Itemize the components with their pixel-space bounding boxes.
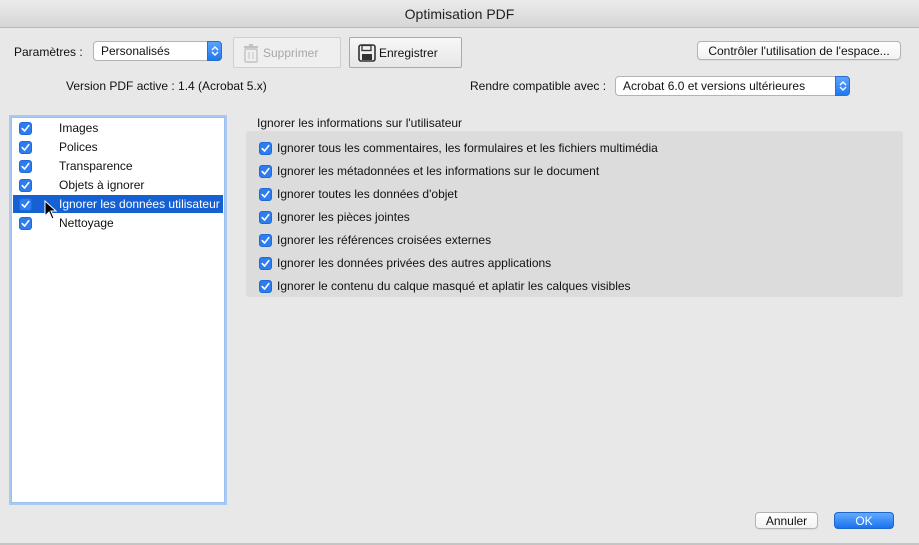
preset-select[interactable]: Personalisés [93, 41, 222, 61]
chevron-updown-icon [835, 76, 850, 96]
sidebar-item-checkbox[interactable] [19, 178, 32, 192]
save-button[interactable]: Enregistrer [349, 37, 462, 68]
option-label: Ignorer les pièces jointes [277, 210, 410, 224]
preset-select-value: Personalisés [101, 44, 170, 58]
option-checkbox[interactable] [259, 233, 272, 247]
option-label: Ignorer les données privées des autres a… [277, 256, 552, 270]
compat-select-value: Acrobat 6.0 et versions ultérieures [623, 79, 806, 93]
background-window-residue [70, 0, 300, 3]
sidebar-item[interactable]: Images [13, 119, 223, 137]
mouse-cursor-icon [44, 200, 58, 220]
option-row[interactable]: Ignorer les références croisées externes [259, 232, 491, 248]
option-checkbox[interactable] [259, 141, 272, 155]
ok-button[interactable]: OK [834, 512, 894, 529]
section-title: Ignorer les informations sur l'utilisate… [257, 116, 463, 130]
chevron-updown-icon [207, 41, 222, 61]
option-row[interactable]: Ignorer le contenu du calque masqué et a… [259, 278, 631, 294]
sidebar-item-checkbox[interactable] [19, 121, 32, 135]
cancel-button[interactable]: Annuler [755, 512, 818, 529]
compat-label: Rendre compatible avec : [470, 79, 607, 93]
parametres-label: Paramètres : [14, 45, 83, 59]
sidebar-item[interactable]: Objets à ignorer [13, 176, 223, 194]
sidebar-item[interactable]: Transparence [13, 157, 223, 175]
option-row[interactable]: Ignorer toutes les données d'objet [259, 186, 457, 202]
sidebar-item-checkbox[interactable] [19, 140, 32, 154]
window-title: Optimisation PDF [404, 6, 515, 22]
sidebar-item-checkbox[interactable] [19, 216, 32, 230]
category-list[interactable]: Images Polices Transparence Objets à ignore… [11, 117, 225, 503]
sidebar-item-label: Objets à ignorer [59, 178, 145, 192]
audit-space-button[interactable]: Contrôler l'utilisation de l'espace... [697, 41, 901, 60]
option-row[interactable]: Ignorer tous les commentaires, les formu… [259, 140, 658, 156]
sidebar-item-checkbox[interactable] [19, 159, 32, 173]
option-checkbox[interactable] [259, 279, 272, 293]
sidebar-item[interactable]: Polices [13, 138, 223, 156]
compat-select[interactable]: Acrobat 6.0 et versions ultérieures [615, 76, 850, 96]
option-checkbox[interactable] [259, 164, 272, 178]
option-row[interactable]: Ignorer les pièces jointes [259, 209, 410, 225]
option-label: Ignorer les références croisées externes [277, 233, 492, 247]
option-row[interactable]: Ignorer les métadonnées et les informati… [259, 163, 599, 179]
floppy-disk-icon [357, 43, 377, 63]
active-pdf-version: Version PDF active : 1.4 (Acrobat 5.x) [66, 79, 267, 93]
sidebar-item-label: Ignorer les données utilisateur [59, 197, 220, 211]
title-bar: Optimisation PDF [0, 0, 919, 28]
sidebar-item-label: Transparence [59, 159, 133, 173]
save-button-label: Enregistrer [379, 45, 438, 60]
delete-button[interactable]: Supprimer [233, 37, 341, 68]
option-label: Ignorer toutes les données d'objet [277, 187, 458, 201]
option-checkbox[interactable] [259, 187, 272, 201]
option-label: Ignorer le contenu du calque masqué et a… [277, 279, 631, 293]
sidebar-item-checkbox[interactable] [19, 197, 32, 211]
sidebar-item-label: Polices [59, 140, 98, 154]
option-label: Ignorer tous les commentaires, les formu… [277, 141, 658, 155]
sidebar-item-label: Images [59, 121, 99, 135]
sidebar-item-label: Nettoyage [59, 216, 114, 230]
option-checkbox[interactable] [259, 210, 272, 224]
delete-button-label: Supprimer [263, 45, 319, 60]
option-row[interactable]: Ignorer les données privées des autres a… [259, 255, 551, 271]
trash-icon [241, 43, 261, 63]
option-checkbox[interactable] [259, 256, 272, 270]
option-label: Ignorer les métadonnées et les informati… [277, 164, 600, 178]
